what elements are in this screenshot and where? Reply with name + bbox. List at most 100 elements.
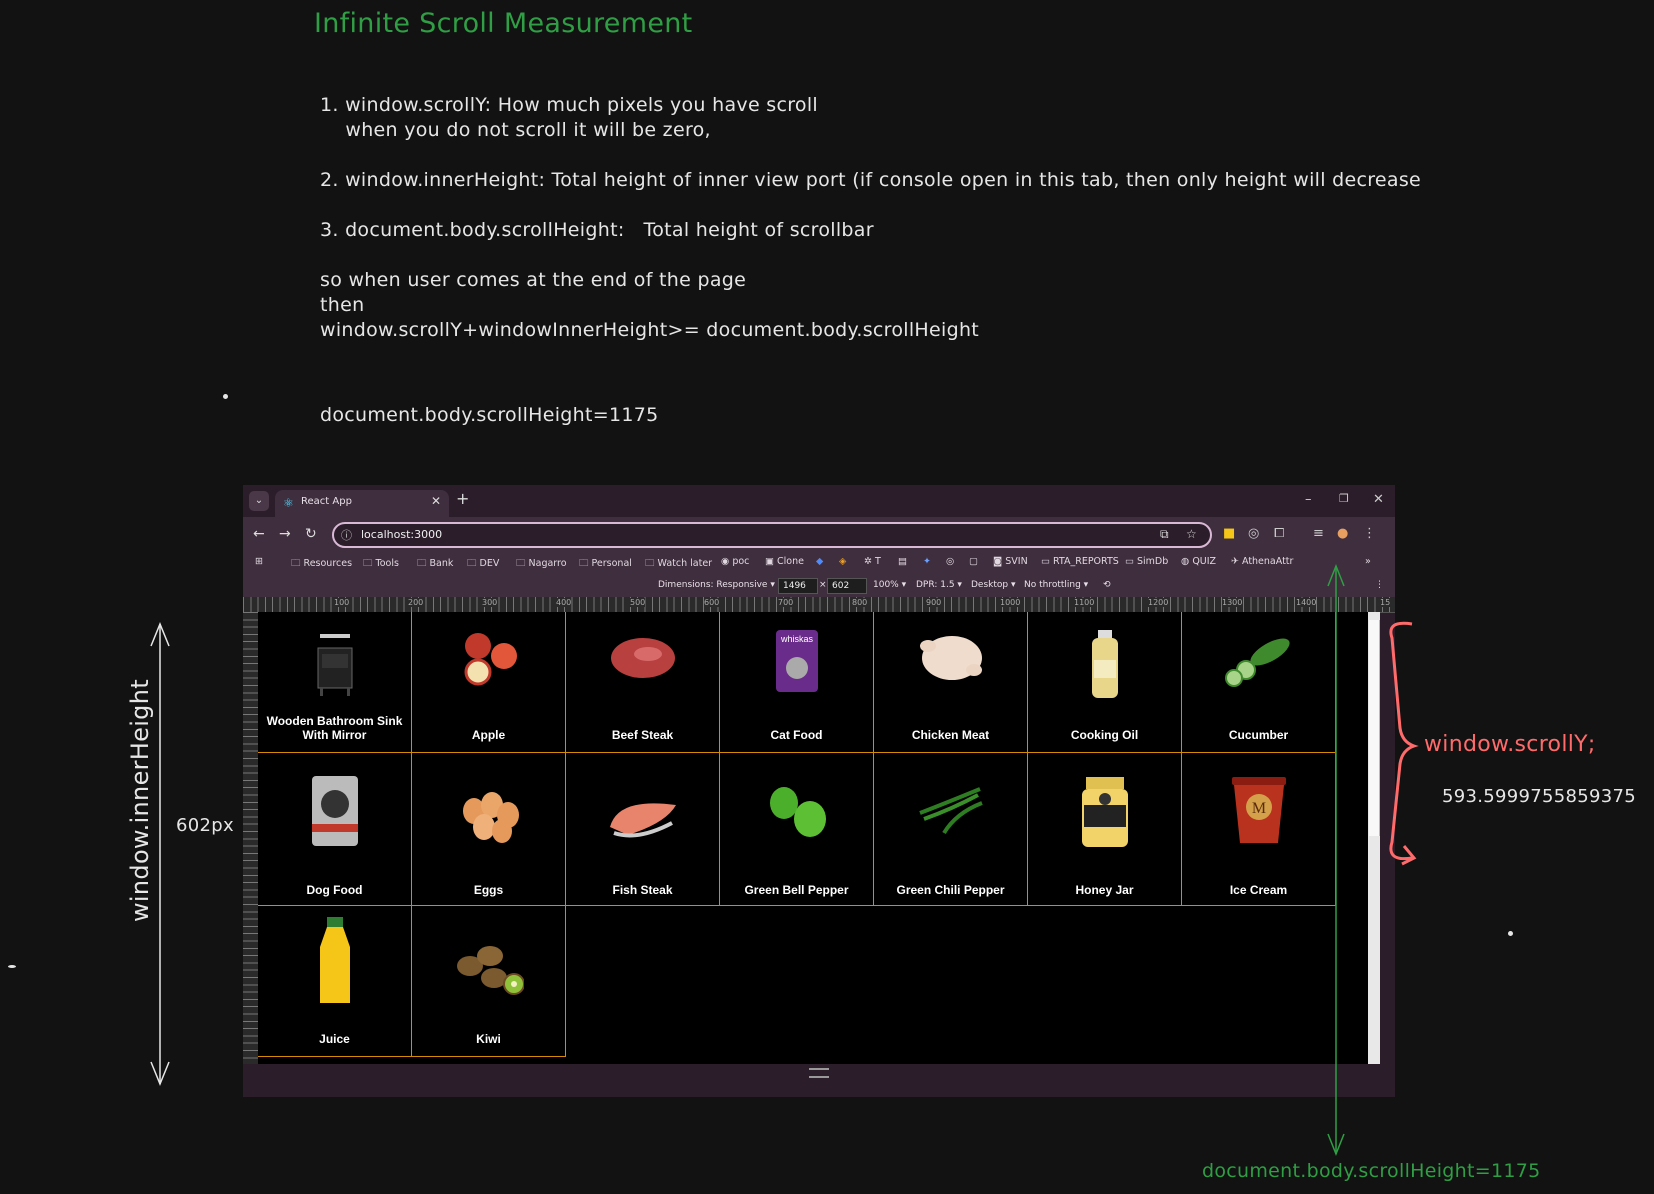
install-app-icon[interactable]: ⧉: [1160, 527, 1169, 542]
product-name: Juice: [319, 1032, 350, 1046]
new-tab-button[interactable]: +: [456, 489, 469, 508]
sink-icon: [317, 634, 352, 696]
device-toolbar: Dimensions: Responsive ▾ 1496 × 602 100%…: [243, 575, 1395, 597]
bookmark-athenaattr[interactable]: ✈ AthenaAttr: [1231, 556, 1293, 567]
ruler-label: 900: [926, 598, 942, 607]
bookmark-star-icon[interactable]: ☆: [1186, 527, 1197, 541]
kiwi-icon: [456, 946, 524, 995]
forward-icon[interactable]: →: [279, 526, 291, 542]
menu-icon[interactable]: ⋮: [1363, 526, 1376, 541]
devtools-menu-icon[interactable]: ⋮: [1375, 580, 1384, 590]
dpr-select[interactable]: DPR: 1.5 ▾: [916, 580, 962, 590]
cat-food-icon: whiskas: [775, 630, 818, 692]
site-info-icon[interactable]: ⓘ: [341, 527, 352, 543]
product-card[interactable]: whiskas Cat Food: [719, 612, 874, 753]
product-card[interactable]: Cucumber: [1181, 612, 1336, 753]
product-name: Fish Steak: [612, 883, 673, 897]
ruler-label: 1100: [1074, 598, 1095, 607]
product-card[interactable]: Cooking Oil: [1027, 612, 1182, 753]
page-viewport[interactable]: Wooden Bathroom Sink With Mirror Apple B…: [258, 612, 1368, 1064]
bookmark-svin[interactable]: ◙ SVIN: [993, 556, 1028, 567]
bookmark-bank[interactable]: 🗀 Bank: [417, 556, 453, 572]
ruler-label: 1400: [1296, 598, 1317, 607]
bookmark-nagarro[interactable]: 🗀 Nagarro: [516, 556, 567, 572]
product-card[interactable]: Dog Food: [258, 752, 412, 906]
reload-icon[interactable]: ↻: [305, 526, 317, 542]
product-name: Dog Food: [306, 883, 363, 897]
product-card[interactable]: Honey Jar: [1027, 752, 1182, 906]
bookmark-tools[interactable]: 🗀 Tools: [363, 556, 399, 572]
tab-title: React App: [301, 496, 352, 507]
chili-icon: [918, 787, 983, 835]
svg-text:whiskas: whiskas: [779, 634, 813, 644]
ruler-label: 300: [482, 598, 498, 607]
reading-list-icon[interactable]: ≡: [1313, 526, 1324, 541]
svg-text:M: M: [1251, 800, 1265, 817]
minimize-icon[interactable]: –: [1305, 492, 1312, 507]
device-select[interactable]: Desktop ▾: [971, 580, 1016, 590]
bookmark-clone[interactable]: ▣ Clone: [765, 556, 804, 567]
ruler-label: 200: [408, 598, 424, 607]
bookmark-icon[interactable]: ✦: [923, 556, 931, 567]
bookmark-icon[interactable]: ▤: [898, 556, 907, 567]
width-input[interactable]: 1496: [778, 578, 818, 594]
scrolly-bracket: [1389, 621, 1419, 866]
bookmarks-bar: ⊞ 🗀 Resources 🗀 Tools 🗀 Bank 🗀 DEV 🗀 Nag…: [243, 551, 1395, 575]
close-window-icon[interactable]: ✕: [1373, 492, 1384, 507]
bookmark-watch-later[interactable]: 🗀 Watch later: [645, 556, 712, 572]
close-tab-icon[interactable]: ✕: [431, 494, 441, 508]
ruler-label: 100: [334, 598, 350, 607]
bookmark-icon[interactable]: ◈: [839, 556, 846, 567]
note-line-4: so when user comes at the end of the pag…: [320, 269, 747, 291]
product-card[interactable]: Fish Steak: [565, 752, 720, 906]
more-bookmarks-icon[interactable]: »: [1365, 556, 1371, 567]
product-name: Honey Jar: [1075, 883, 1134, 897]
product-card[interactable]: Green Bell Pepper: [719, 752, 874, 906]
bookmark-t[interactable]: ✲ T: [864, 556, 881, 567]
note-line-7: document.body.scrollHeight=1175: [320, 404, 659, 426]
bookmark-dev[interactable]: 🗀 DEV: [467, 556, 499, 572]
chicken-icon: [919, 636, 982, 680]
product-card[interactable]: Green Chili Pepper: [873, 752, 1028, 906]
product-card[interactable]: Kiwi: [411, 905, 566, 1057]
product-card[interactable]: Eggs: [411, 752, 566, 906]
extension-icon[interactable]: ■: [1223, 526, 1235, 541]
oil-bottle-icon: [1091, 630, 1118, 698]
product-card[interactable]: Beef Steak: [565, 612, 720, 753]
bookmark-quiz[interactable]: ◍ QUIZ: [1181, 556, 1216, 567]
bookmark-icon[interactable]: ◎: [946, 556, 954, 567]
bookmark-rta-reports[interactable]: ▭ RTA_REPORTS: [1041, 556, 1119, 567]
ruler-label: 600: [704, 598, 720, 607]
back-icon[interactable]: ←: [253, 526, 265, 542]
extension-icon[interactable]: ◎: [1248, 526, 1259, 541]
bookmark-simdb[interactable]: ▭ SimDb: [1125, 556, 1168, 567]
bookmark-poc[interactable]: ◉ poc: [721, 556, 749, 567]
apps-icon[interactable]: ⊞: [255, 556, 263, 567]
avatar[interactable]: ●: [1337, 526, 1348, 541]
resize-handle[interactable]: [809, 1068, 829, 1078]
tab-search-button[interactable]: ⌄: [249, 491, 269, 511]
stray-dash: [8, 965, 16, 968]
honey-jar-icon: [1081, 777, 1128, 847]
puzzle-icon[interactable]: ⧠: [1274, 526, 1284, 541]
url-text: localhost:3000: [361, 528, 443, 541]
product-card[interactable]: M Ice Cream: [1181, 752, 1336, 906]
product-card[interactable]: Wooden Bathroom Sink With Mirror: [258, 612, 412, 753]
tab-react-app[interactable]: ⚛ React App ✕: [275, 490, 449, 517]
product-name: Eggs: [473, 883, 504, 897]
bookmark-icon[interactable]: ◆: [816, 556, 823, 567]
zoom-select[interactable]: 100% ▾: [873, 580, 906, 590]
bookmark-personal[interactable]: 🗀 Personal: [579, 556, 632, 572]
product-card[interactable]: Apple: [411, 612, 566, 753]
bookmark-resources[interactable]: 🗀 Resources: [291, 556, 352, 572]
restore-icon[interactable]: ❐: [1339, 492, 1349, 505]
address-bar[interactable]: ⓘ localhost:3000 ⧉ ☆: [332, 522, 1212, 548]
rotate-icon[interactable]: ⟲: [1103, 580, 1111, 590]
product-card[interactable]: Chicken Meat: [873, 612, 1028, 753]
throttle-select[interactable]: No throttling ▾: [1024, 580, 1088, 590]
bookmark-icon[interactable]: ▢: [969, 556, 978, 567]
product-card[interactable]: Juice: [258, 905, 412, 1057]
dimensions-select[interactable]: Dimensions: Responsive ▾: [658, 580, 775, 590]
height-input[interactable]: 602: [827, 578, 867, 594]
bell-pepper-icon: [769, 787, 826, 837]
